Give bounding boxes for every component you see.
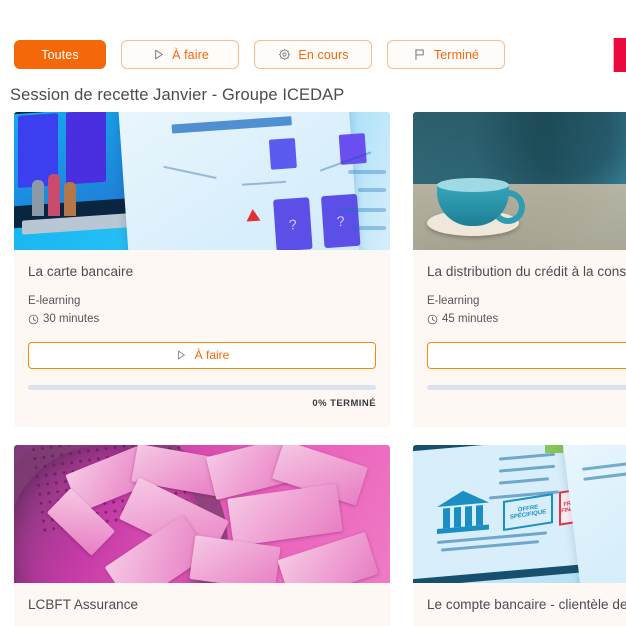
- filter-chip-termine-label: Terminé: [433, 47, 480, 62]
- progress-label: 0% TERMINÉ: [427, 398, 626, 409]
- course-thumbnail[interactable]: [413, 112, 626, 250]
- course-title: La distribution du crédit à la consommat…: [427, 264, 626, 279]
- course-thumbnail[interactable]: [14, 445, 390, 583]
- thumbnail-art-banknotes: [14, 445, 390, 583]
- course-meta: E-learning 45 minutes: [427, 293, 626, 329]
- course-card-body: La carte bancaire E-learning 30 minutes: [14, 250, 390, 369]
- flag-icon: [413, 48, 427, 62]
- course-card[interactable]: ?? La carte bancaire E-learning 30 minut…: [14, 112, 390, 427]
- course-card[interactable]: LCBFT Assurance E-learning: [14, 445, 390, 626]
- filter-chip-a-faire-label: À faire: [172, 47, 209, 62]
- course-card[interactable]: OFFRESPÉCIFIQUE FRAGILITÉFINANCIÈRE 3 Cl…: [413, 445, 626, 626]
- course-title: Le compte bancaire - clientèle des parti…: [427, 597, 626, 612]
- course-type: E-learning: [28, 295, 81, 307]
- clock-icon: [28, 314, 39, 325]
- filter-chip-en-cours[interactable]: En cours: [254, 40, 372, 69]
- progress-track: [28, 384, 376, 390]
- course-cta-label: À faire: [194, 348, 230, 363]
- filter-chip-termine[interactable]: Terminé: [387, 40, 505, 69]
- thumbnail-art-elearning-slide: ??: [14, 112, 390, 250]
- play-icon: [175, 349, 187, 361]
- course-type: E-learning: [427, 295, 480, 307]
- gear-icon: [277, 48, 291, 62]
- thumbnail-art-phone-coffee: [413, 112, 626, 250]
- filter-chip-a-faire[interactable]: À faire: [121, 40, 239, 69]
- course-duration-row: 45 minutes: [427, 311, 626, 329]
- course-thumbnail[interactable]: OFFRESPÉCIFIQUE FRAGILITÉFINANCIÈRE 3 Cl…: [413, 445, 626, 583]
- filter-chip-toutes[interactable]: Toutes: [14, 40, 106, 69]
- course-cta-button[interactable]: À faire: [28, 341, 376, 369]
- play-icon: [151, 48, 165, 62]
- course-progress: 0% TERMINÉ: [413, 384, 626, 409]
- course-title: LCBFT Assurance: [28, 597, 139, 612]
- course-thumbnail[interactable]: ??: [14, 112, 390, 250]
- progress-track: [427, 384, 626, 390]
- filter-chip-toutes-label: Toutes: [41, 47, 79, 62]
- course-progress: 0% TERMINÉ: [14, 384, 390, 409]
- course-duration-row: 30 minutes: [28, 311, 376, 329]
- filter-bar: Toutes À faire En cours Terminé: [14, 40, 505, 69]
- progress-label: 0% TERMINÉ: [312, 397, 376, 409]
- course-card-body: LCBFT Assurance E-learning: [14, 583, 390, 626]
- course-card-body: La distribution du crédit à la consommat…: [413, 250, 626, 369]
- course-cta-button[interactable]: À faire: [427, 341, 626, 369]
- filter-chip-en-cours-label: En cours: [298, 47, 349, 62]
- page-title: Session de recette Janvier - Groupe ICED…: [10, 86, 345, 104]
- offre-specifique-badge: OFFRE SPÉCIFIQUE: [503, 493, 553, 532]
- clock-icon: [427, 314, 438, 325]
- course-card[interactable]: La distribution du crédit à la consommat…: [413, 112, 626, 427]
- course-duration: 45 minutes: [442, 312, 499, 325]
- thumbnail-art-bank-slide: OFFRESPÉCIFIQUE FRAGILITÉFINANCIÈRE 3 Cl…: [413, 445, 626, 583]
- course-card-body: Le compte bancaire - clientèle des parti…: [413, 583, 626, 626]
- course-title: La carte bancaire: [28, 264, 134, 279]
- page-shell: Toutes À faire En cours Terminé Session …: [0, 0, 626, 626]
- course-card-grid: ?? La carte bancaire E-learning 30 minut…: [14, 112, 626, 626]
- course-meta: E-learning 30 minutes: [28, 293, 376, 329]
- right-edge-marker: [613, 38, 626, 72]
- course-duration: 30 minutes: [43, 312, 100, 325]
